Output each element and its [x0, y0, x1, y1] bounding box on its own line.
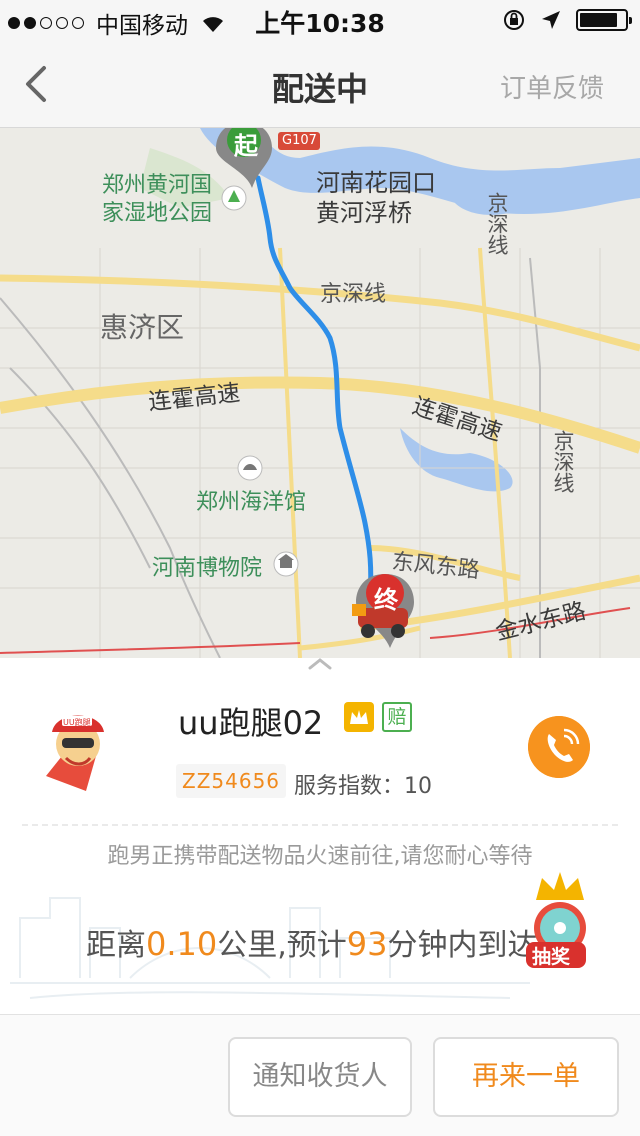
eta-prefix: 距离 [86, 928, 146, 963]
courier-name: uu跑腿02 [178, 704, 324, 742]
delivery-map[interactable]: G107 起 终 郑州黄河国 家湿地公园 河南花园口 黄河浮桥 京深线 京深线 … [0, 128, 640, 658]
map-label-huiji: 惠济区 [100, 311, 185, 344]
eta-mid: 公里,预计 [217, 928, 347, 963]
end-marker-label: 终 [374, 586, 398, 614]
map-label-bridge: 河南花园口 黄河浮桥 [316, 169, 436, 227]
battery-icon [576, 9, 632, 31]
courier-info-panel: UU跑腿 uu跑腿02 赔 ZZ54656 服务指数：10 跑男正携带配送物品火… [0, 658, 640, 1014]
lottery-button[interactable]: 抽奖 [520, 870, 600, 970]
notify-receiver-button[interactable]: 通知收货人 [228, 1037, 412, 1117]
panel-expand-chevron-icon[interactable] [300, 648, 340, 678]
lottery-label: 抽奖 [532, 946, 571, 968]
compensation-badge: 赔 [382, 702, 412, 732]
start-marker-label: 起 [234, 132, 258, 160]
eta-suffix: 分钟内到达 [387, 928, 538, 963]
status-bar: 中国移动 上午10:38 [0, 0, 640, 40]
courier-id: ZZ54656 [176, 764, 287, 798]
reorder-button[interactable]: 再来一单 [433, 1037, 619, 1117]
courier-avatar [46, 715, 104, 791]
location-arrow-icon [542, 11, 560, 29]
roads [0, 247, 640, 658]
order-feedback-button[interactable]: 订单反馈 [500, 68, 604, 105]
map-label-museum: 河南博物院 [152, 556, 263, 581]
avatar-cap-text: UU跑腿 [63, 718, 91, 727]
crown-icon [344, 702, 374, 732]
eta-minutes: 93 [346, 925, 388, 963]
map-label-ocean: 郑州海洋馆 [196, 490, 307, 515]
g107-label: G107 [282, 133, 317, 148]
phone-icon[interactable] [528, 716, 590, 778]
eta-distance: 0.10 [146, 925, 218, 963]
map-label-jingshen-2: 京深线 [320, 282, 387, 307]
map-label-wetland: 郑州黄河国 家湿地公园 [102, 173, 213, 226]
action-footer: 通知收货人 再来一单 [0, 1014, 640, 1136]
rotation-lock-icon [504, 10, 524, 30]
service-score: 服务指数：10 [294, 774, 432, 799]
divider [22, 824, 618, 826]
map-label-jingshen-3: 京深线 [551, 430, 575, 493]
eta-text: 距离0.10公里,预计93分钟内到达 [86, 920, 538, 964]
navigation-bar: 配送中 订单反馈 [0, 40, 640, 128]
delivery-route [255, 175, 375, 621]
map-label-jingshen-1: 京深线 [485, 192, 509, 255]
